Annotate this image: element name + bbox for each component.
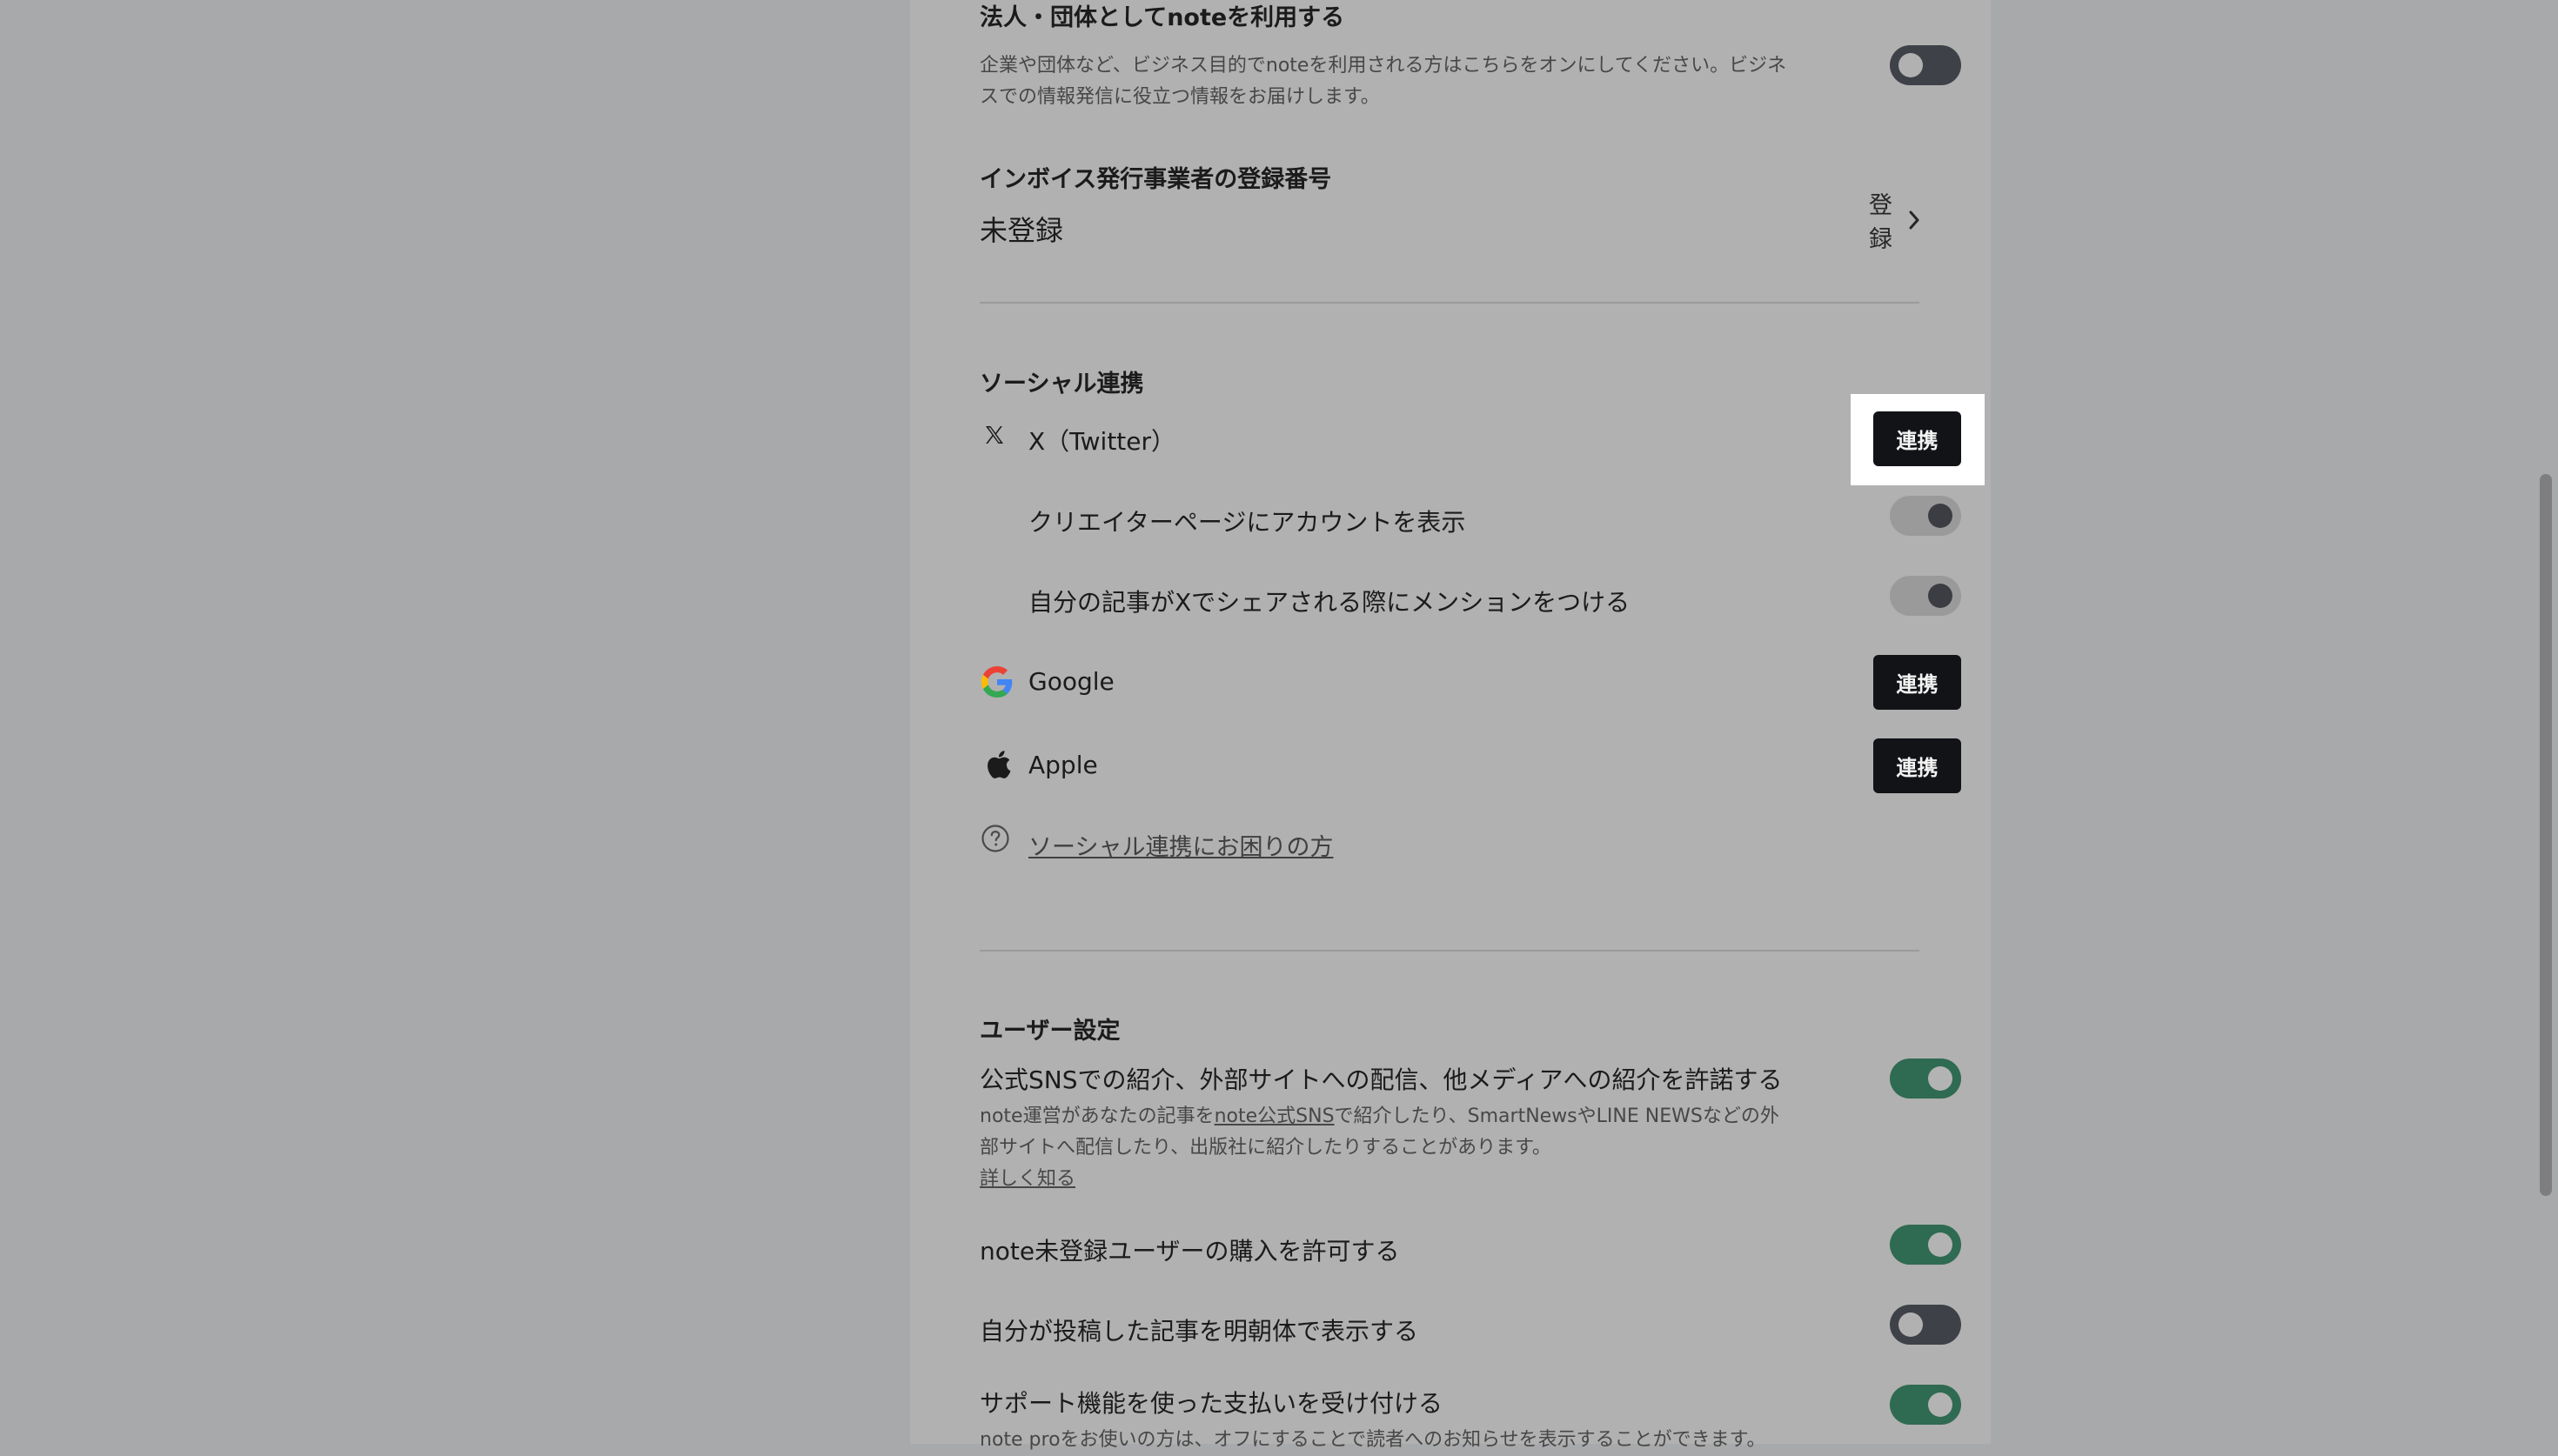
social-section-title: ソーシャル連携: [980, 371, 1144, 397]
toggle-knob: [1928, 504, 1952, 528]
official-sns-toggle[interactable]: [1890, 1059, 1961, 1099]
mention-label: 自分の記事がXでシェアされる際にメンションをつける: [1028, 588, 1631, 617]
support-payment-description: note proをお使いの方は、オフにすることで読者へのお知らせを表示することが…: [980, 1429, 1766, 1451]
user-settings-title: ユーザー設定: [980, 1018, 1121, 1045]
toggle-knob: [1928, 584, 1952, 608]
chevron-right-icon: [1908, 210, 1920, 230]
scrollbar-thumb[interactable]: [2540, 474, 2552, 1196]
social-help-link[interactable]: ソーシャル連携にお困りの方: [1028, 828, 1333, 862]
section-divider: [980, 950, 1919, 952]
guest-purchase-toggle[interactable]: [1890, 1225, 1961, 1265]
toggle-knob: [1928, 1393, 1952, 1417]
google-logo-icon: [981, 666, 1013, 698]
google-connect-button[interactable]: 連携: [1873, 655, 1961, 710]
corporate-description: 企業や団体など、ビジネス目的でnoteを利用される方はこちらをオンにしてください…: [980, 55, 1787, 108]
section-divider: [980, 302, 1919, 304]
official-sns-label: 公式SNSでの紹介、外部サイトへの配信、他メディアへの紹介を許諾する: [980, 1065, 1783, 1094]
learn-more-link[interactable]: 詳しく知る: [980, 1164, 1075, 1195]
show-account-toggle[interactable]: [1890, 496, 1961, 536]
settings-content: 法人・団体としてnoteを利用する 企業や団体など、ビジネス目的でnoteを利用…: [980, 0, 1985, 1451]
google-label: Google: [1028, 667, 1115, 696]
mincho-font-label: 自分が投稿した記事を明朝体で表示する: [980, 1317, 1419, 1346]
help-circle-icon: [980, 823, 1011, 854]
guest-purchase-label: note未登録ユーザーの購入を許可する: [980, 1237, 1400, 1266]
official-sns-desc-pre: note運営があなたの記事を: [980, 1105, 1215, 1127]
invoice-status: 未登録: [980, 214, 1064, 247]
apple-connect-button[interactable]: 連携: [1873, 738, 1961, 793]
invoice-register-link[interactable]: 登録: [1869, 186, 1920, 254]
toggle-knob: [1898, 1312, 1923, 1337]
twitter-label: X（Twitter）: [1028, 427, 1176, 456]
corporate-title: 法人・団体としてnoteを利用する: [980, 4, 1345, 31]
invoice-title: インボイス発行事業者の登録番号: [980, 166, 1332, 193]
toggle-knob: [1928, 1066, 1952, 1091]
mincho-font-toggle[interactable]: [1890, 1305, 1961, 1345]
apple-label: Apple: [1028, 751, 1098, 779]
corporate-toggle[interactable]: [1890, 45, 1961, 85]
show-account-label: クリエイターページにアカウントを表示: [1028, 508, 1466, 537]
official-sns-description: note運営があなたの記事をnote公式SNSで紹介したり、SmartNewsや…: [980, 1101, 1798, 1164]
support-payment-label: サポート機能を使った支払いを受け付ける: [980, 1389, 1443, 1418]
x-logo-icon: [983, 424, 1006, 446]
toggle-knob: [1898, 53, 1923, 77]
note-official-sns-link[interactable]: note公式SNS: [1215, 1105, 1335, 1127]
support-payment-toggle[interactable]: [1890, 1385, 1961, 1425]
mention-toggle[interactable]: [1890, 576, 1961, 616]
toggle-knob: [1928, 1232, 1952, 1257]
settings-panel: 法人・団体としてnoteを利用する 企業や団体など、ビジネス目的でnoteを利用…: [910, 0, 1991, 1451]
apple-logo-icon: [983, 748, 1013, 781]
twitter-connect-button[interactable]: 連携: [1873, 411, 1961, 466]
invoice-register-label: 登録: [1869, 192, 1892, 253]
